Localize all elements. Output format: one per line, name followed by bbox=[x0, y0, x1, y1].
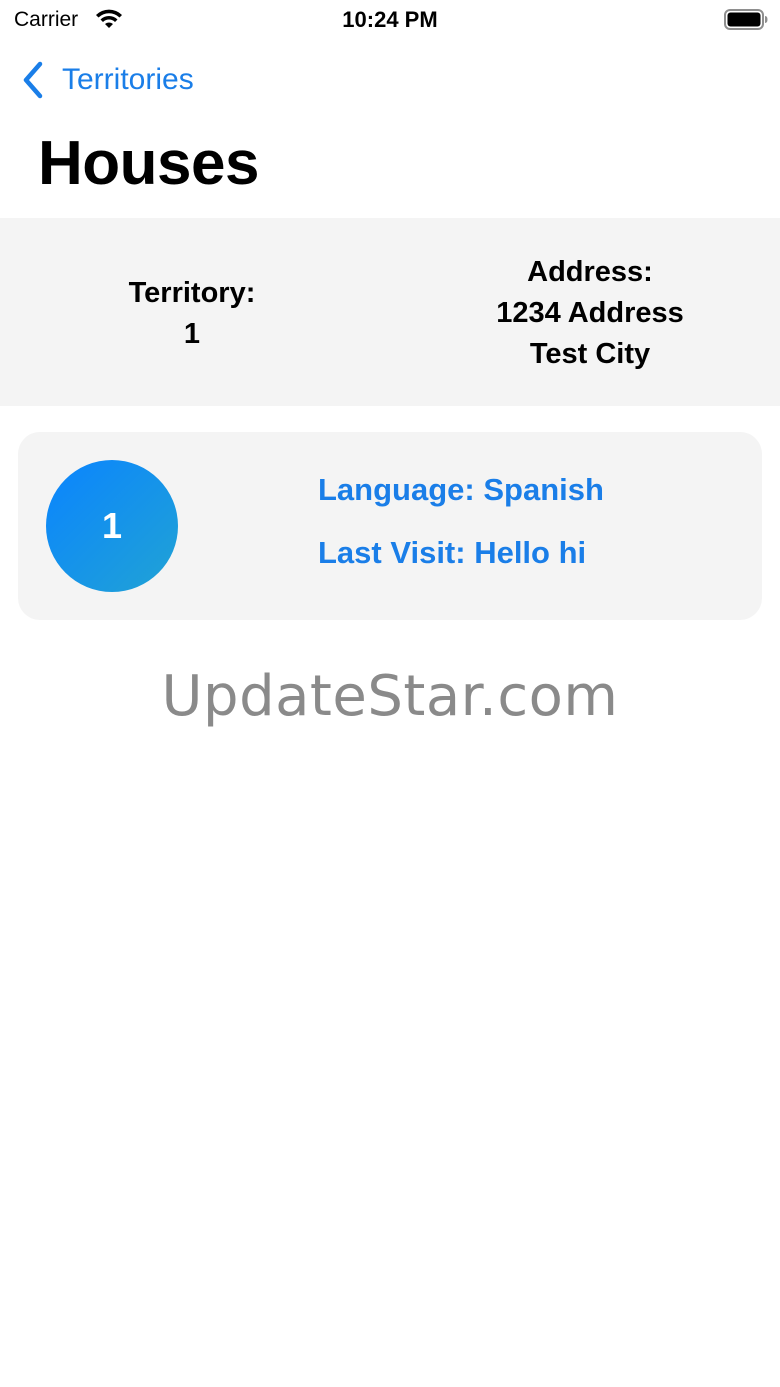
house-number-badge: 1 bbox=[46, 460, 178, 592]
address-line-1: 1234 Address bbox=[496, 297, 684, 329]
territory-info: Territory: 1 bbox=[92, 273, 292, 355]
address-label: Address: bbox=[527, 256, 653, 288]
back-button[interactable]: Territories bbox=[20, 58, 194, 102]
house-last-visit: Last Visit: Hello hi bbox=[318, 535, 587, 570]
house-card[interactable]: 1 Language: Spanish Last Visit: Hello hi bbox=[18, 432, 762, 620]
clock: 10:24 PM bbox=[342, 7, 438, 32]
status-bar: Carrier 10:24 PM bbox=[0, 0, 780, 40]
house-language: Language: Spanish bbox=[318, 472, 604, 507]
territory-info-panel: Territory: 1 Address: 1234 Address Test … bbox=[0, 218, 780, 406]
house-number: 1 bbox=[101, 505, 123, 546]
address-info: Address: 1234 Address Test City bbox=[440, 252, 740, 375]
territory-value: 1 bbox=[183, 318, 201, 350]
chevron-left-icon bbox=[23, 61, 43, 99]
watermark: UpdateStar.com bbox=[161, 664, 619, 729]
address-line-2: Test City bbox=[529, 338, 651, 370]
page-title: Houses bbox=[38, 129, 259, 198]
territory-label: Territory: bbox=[128, 277, 256, 309]
back-button-label: Territories bbox=[62, 63, 194, 96]
battery-icon bbox=[724, 9, 768, 30]
